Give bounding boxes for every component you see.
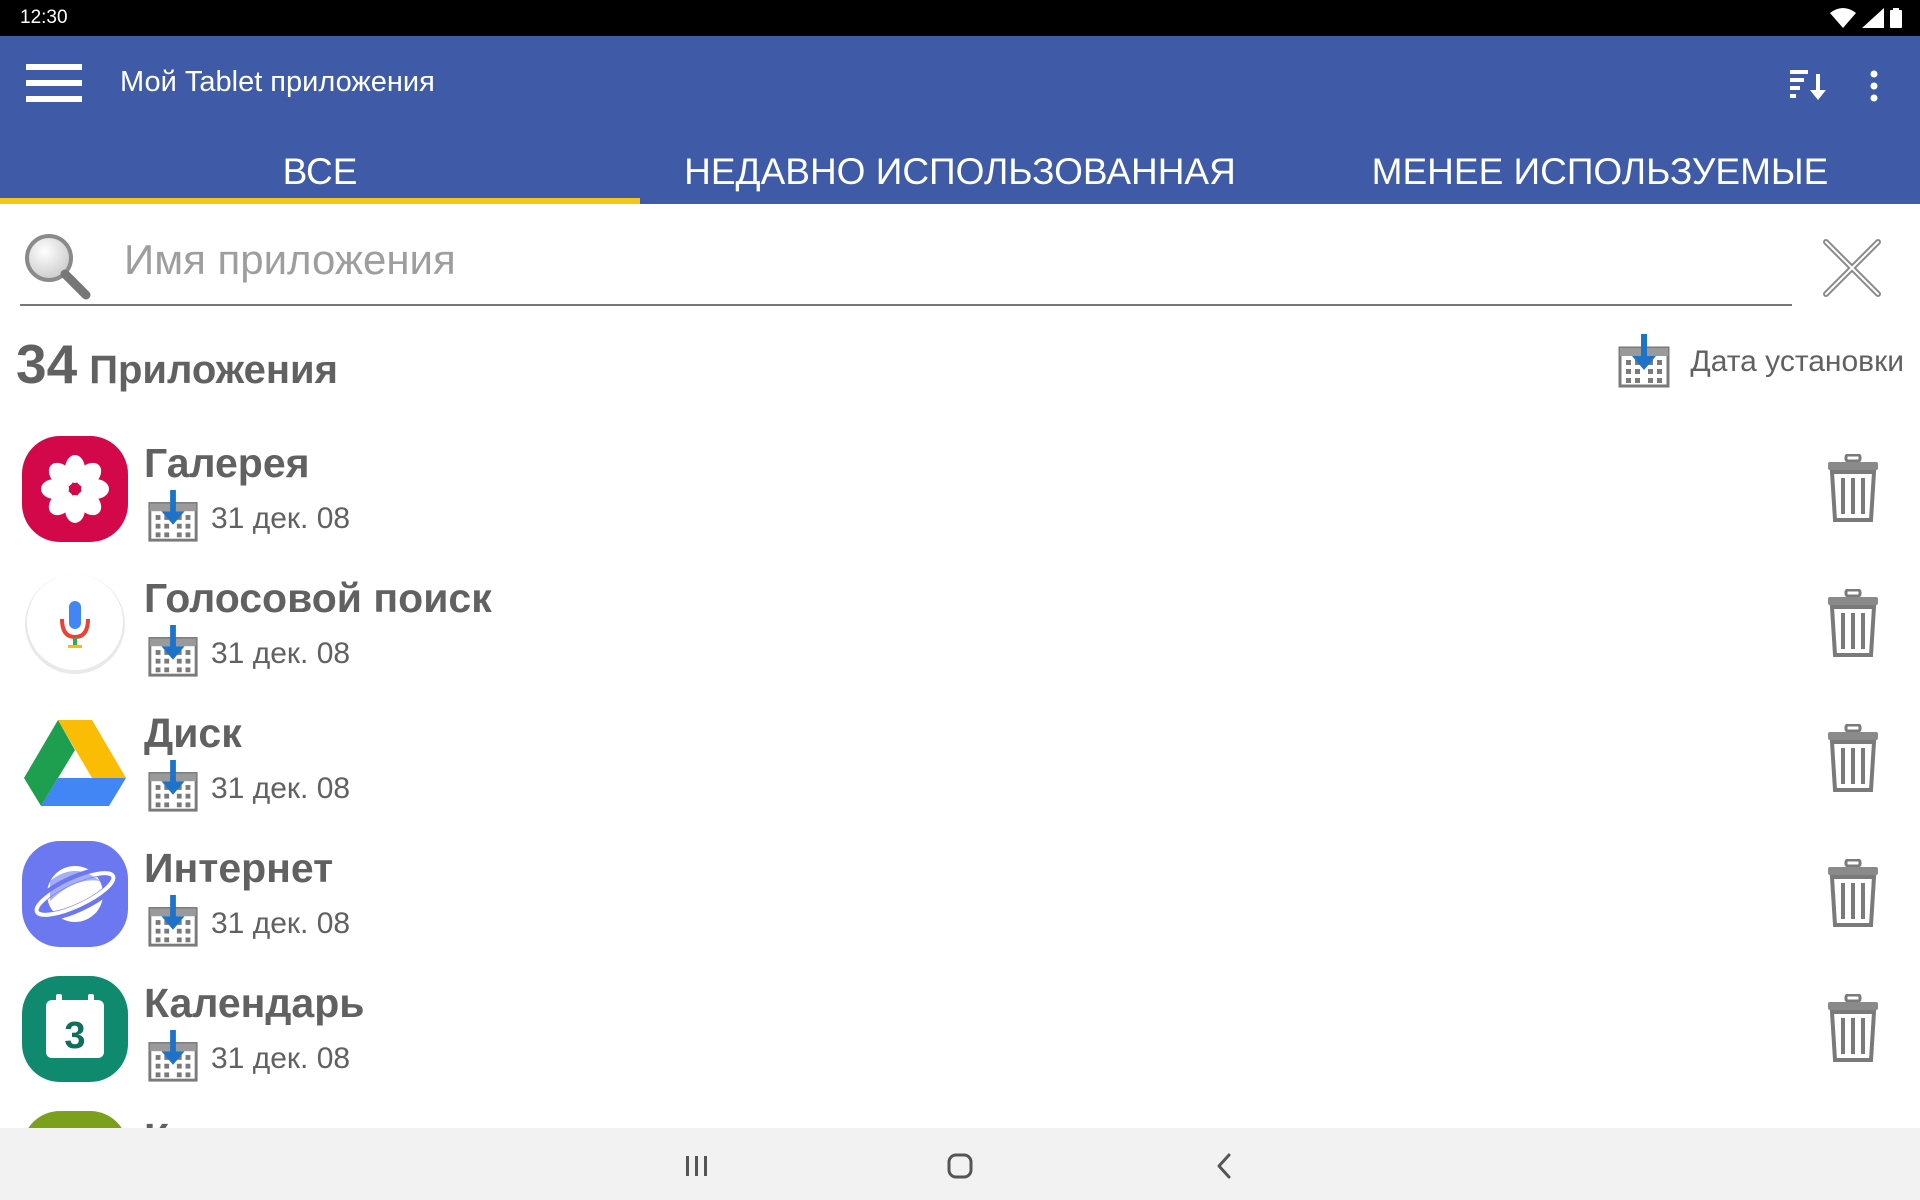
list-item[interactable]: Галерея 31 дек. 08 — [0, 424, 1920, 559]
search-input[interactable] — [124, 230, 1724, 290]
close-icon[interactable] — [1820, 236, 1884, 300]
app-bar: Мой Tablet приложения ВСЕ НЕДАВНО ИСПОЛЬ… — [0, 36, 1920, 204]
next-app-icon — [28, 1111, 122, 1128]
sort-by-install-date[interactable]: Дата установки — [1616, 334, 1904, 390]
navigation-bar — [0, 1128, 1920, 1200]
install-date: 31 дек. 08 — [211, 637, 351, 670]
trash-icon[interactable] — [1826, 994, 1880, 1062]
sort-label: Дата установки — [1690, 345, 1904, 378]
tab-least-used-label: МЕНЕЕ ИСПОЛЬЗУЕМЫЕ — [1371, 151, 1829, 192]
search-icon — [25, 234, 91, 300]
app-name: Интернет — [144, 845, 334, 891]
install-date: 31 дек. 08 — [211, 907, 351, 940]
app-name: К — [144, 1115, 169, 1128]
list-item[interactable]: 3 Календарь 31 дек. 08 — [0, 964, 1920, 1099]
voice-search-icon — [25, 574, 125, 674]
tab-bar: ВСЕ НЕДАВНО ИСПОЛЬЗОВАННАЯ МЕНЕЕ ИСПОЛЬЗ… — [0, 140, 1920, 204]
install-date-icon — [148, 490, 198, 542]
search-bar — [20, 210, 1792, 306]
drive-icon — [24, 720, 126, 806]
tab-all[interactable]: ВСЕ — [0, 140, 640, 204]
install-date-icon — [148, 760, 198, 812]
app-name: Календарь — [144, 980, 365, 1026]
install-date: 31 дек. 08 — [211, 502, 351, 535]
install-date-icon — [1618, 334, 1670, 388]
app-count-number: 34 — [16, 333, 78, 395]
status-time: 12:30 — [20, 7, 68, 28]
tab-indicator — [0, 198, 640, 204]
install-date-icon — [148, 895, 198, 947]
tab-recently-used-label: НЕДАВНО ИСПОЛЬЗОВАННАЯ — [684, 151, 1236, 192]
list-item[interactable]: К — [0, 1099, 1920, 1128]
trash-icon[interactable] — [1826, 454, 1880, 522]
tab-recently-used[interactable]: НЕДАВНО ИСПОЛЬЗОВАННАЯ — [640, 140, 1280, 204]
status-bar: 12:30 — [0, 0, 1920, 36]
install-date: 31 дек. 08 — [211, 772, 351, 805]
trash-icon[interactable] — [1826, 859, 1880, 927]
app-name: Голосовой поиск — [144, 575, 492, 621]
app-name: Диск — [144, 710, 242, 756]
list-item[interactable]: Диск 31 дек. 08 — [0, 694, 1920, 829]
trash-icon[interactable] — [1826, 589, 1880, 657]
app-name: Галерея — [144, 440, 310, 486]
home-icon[interactable] — [940, 1146, 980, 1186]
battery-icon — [1890, 8, 1902, 28]
install-date-icon — [148, 1030, 198, 1082]
calendar-badge: 3 — [64, 1015, 85, 1057]
trash-icon[interactable] — [1826, 724, 1880, 792]
app-count-label: Приложения — [89, 348, 338, 392]
internet-icon — [22, 841, 128, 947]
app-list: Галерея 31 дек. 08 Голосовой поиск 31 де… — [0, 424, 1920, 1128]
calendar-icon: 3 — [22, 976, 128, 1082]
signal-icon — [1862, 8, 1884, 28]
more-vert-icon[interactable] — [1858, 66, 1890, 106]
hamburger-menu-icon[interactable] — [26, 64, 82, 108]
recents-icon[interactable] — [677, 1146, 717, 1186]
status-icons — [1830, 8, 1902, 28]
tab-all-label: ВСЕ — [282, 151, 358, 192]
list-item[interactable]: Интернет 31 дек. 08 — [0, 829, 1920, 964]
list-item[interactable]: Голосовой поиск 31 дек. 08 — [0, 559, 1920, 694]
gallery-icon — [22, 436, 128, 542]
install-date-icon — [148, 625, 198, 677]
app-title: Мой Tablet приложения — [120, 66, 435, 98]
tab-least-used[interactable]: МЕНЕЕ ИСПОЛЬЗУЕМЫЕ — [1280, 140, 1920, 204]
sort-icon[interactable] — [1788, 66, 1832, 106]
back-icon[interactable] — [1204, 1146, 1244, 1186]
app-count: 34 Приложения — [16, 332, 338, 395]
install-date: 31 дек. 08 — [211, 1042, 351, 1075]
wifi-icon — [1830, 8, 1856, 28]
